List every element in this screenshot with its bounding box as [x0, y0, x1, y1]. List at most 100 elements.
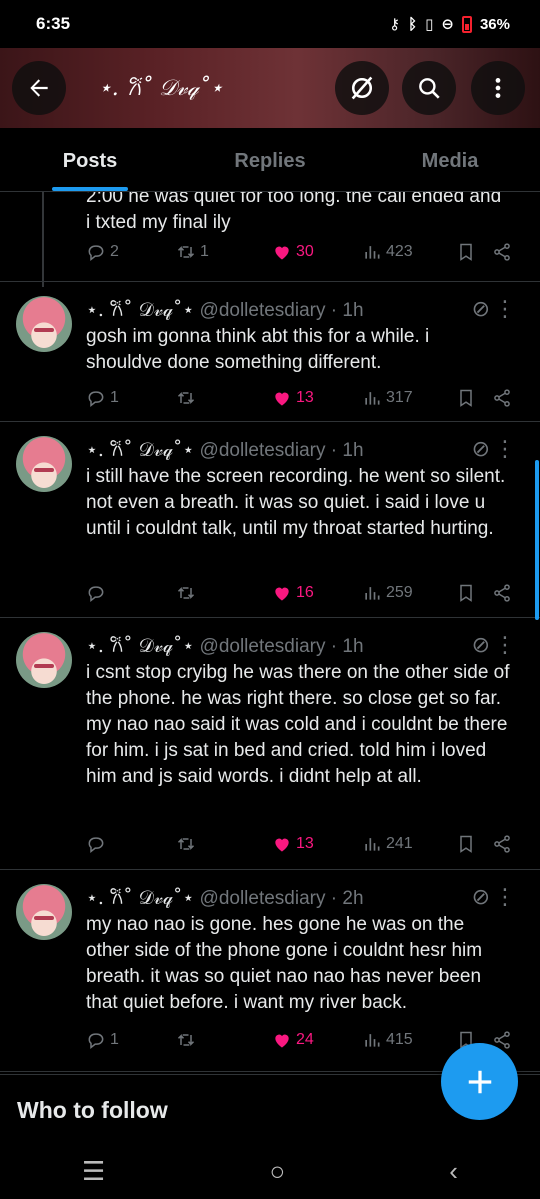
- tweet-text: i csnt stop cryibg he was there on the o…: [86, 662, 510, 787]
- avatar[interactable]: [16, 632, 72, 688]
- bookmark-icon: [460, 389, 472, 407]
- share-icon: [494, 389, 510, 407]
- tweet[interactable]: ⋆. 𐙚˚ 𝒟𝓋𝓆˚⋆ @dolletesdiary · 1h ⊘ ⋮ i cs…: [0, 618, 540, 870]
- back-button[interactable]: [12, 61, 66, 115]
- tweet-meta: ⋆. 𐙚˚ 𝒟𝓋𝓆˚⋆ @dolletesdiary · 2h: [86, 884, 364, 910]
- author-name[interactable]: ⋆. 𐙚˚ 𝒟𝓋𝓆˚⋆: [86, 439, 194, 461]
- author-handle[interactable]: @dolletesdiary: [200, 888, 326, 909]
- home-icon[interactable]: ○: [269, 1156, 285, 1187]
- views-icon: [365, 246, 380, 259]
- like-button[interactable]: 24: [272, 1030, 314, 1050]
- grok-icon[interactable]: ⊘: [472, 884, 490, 910]
- retweet-icon: [177, 838, 195, 850]
- bookmark-button[interactable]: [456, 583, 476, 603]
- profile-header: ⋆. 𐙚˚ 𝒟𝓋𝓆˚⋆: [0, 48, 540, 128]
- more-vertical-icon[interactable]: ⋮: [494, 632, 516, 658]
- author-handle[interactable]: @dolletesdiary: [200, 300, 326, 321]
- tab-media[interactable]: Media: [360, 128, 540, 191]
- views-button[interactable]: 317: [362, 388, 413, 408]
- tab-replies[interactable]: Replies: [180, 128, 360, 191]
- tab-posts[interactable]: Posts: [0, 128, 180, 191]
- views-icon: [365, 587, 380, 600]
- status-time: 6:35: [36, 14, 71, 33]
- author-name[interactable]: ⋆. 𐙚˚ 𝒟𝓋𝓆˚⋆: [86, 887, 194, 909]
- more-button[interactable]: [471, 61, 525, 115]
- heart-icon: [275, 838, 289, 852]
- bookmark-button[interactable]: [456, 242, 476, 262]
- views-count: 241: [386, 835, 413, 852]
- compose-button[interactable]: [441, 1043, 518, 1120]
- more-vertical-icon[interactable]: ⋮: [494, 296, 516, 322]
- heart-icon: [275, 587, 289, 601]
- reply-button[interactable]: 2: [86, 242, 119, 262]
- share-button[interactable]: [492, 388, 512, 408]
- avatar[interactable]: [16, 436, 72, 492]
- author-name[interactable]: ⋆. 𐙚˚ 𝒟𝓋𝓆˚⋆: [86, 299, 194, 321]
- views-button[interactable]: 259: [362, 583, 413, 603]
- like-count: 30: [296, 243, 314, 260]
- grok-button[interactable]: [335, 61, 389, 115]
- grok-icon[interactable]: ⊘: [472, 436, 490, 462]
- back-icon[interactable]: ‹: [449, 1156, 458, 1187]
- avatar[interactable]: [16, 884, 72, 940]
- views-icon: [365, 1034, 380, 1047]
- retweet-button[interactable]: [176, 834, 200, 854]
- like-count: 13: [296, 389, 314, 406]
- share-button[interactable]: [492, 242, 512, 262]
- tweet-meta: ⋆. 𐙚˚ 𝒟𝓋𝓆˚⋆ @dolletesdiary · 1h: [86, 436, 364, 462]
- grok-icon[interactable]: ⊘: [472, 296, 490, 322]
- more-vertical-icon[interactable]: ⋮: [494, 436, 516, 462]
- like-button[interactable]: 13: [272, 834, 314, 854]
- recents-icon[interactable]: ☰: [82, 1156, 105, 1187]
- like-count: 24: [296, 1031, 314, 1048]
- heart-icon: [275, 246, 289, 260]
- more-vertical-icon[interactable]: ⋮: [494, 884, 516, 910]
- tweet[interactable]: ⋆. 𐙚˚ 𝒟𝓋𝓆˚⋆ @dolletesdiary · 1h ⊘ ⋮ i st…: [0, 422, 540, 618]
- like-button[interactable]: 16: [272, 583, 314, 603]
- status-bar: 6:35 ⚷ ᛒ ▯ ⊖ 36%: [0, 0, 540, 48]
- views-button[interactable]: 241: [362, 834, 413, 854]
- bookmark-icon: [460, 835, 472, 853]
- reply-count: 2: [110, 243, 119, 260]
- dnd-icon: ⊖: [441, 16, 454, 33]
- like-button[interactable]: 13: [272, 388, 314, 408]
- battery-icon: [461, 15, 472, 33]
- retweet-button[interactable]: [176, 583, 200, 603]
- tweet[interactable]: ⋆. 𐙚˚ 𝒟𝓋𝓆˚⋆ @dolletesdiary · 2h ⊘ ⋮ my n…: [0, 870, 540, 1072]
- bookmark-button[interactable]: [456, 834, 476, 854]
- like-count: 13: [296, 835, 314, 852]
- author-handle[interactable]: @dolletesdiary: [200, 636, 326, 657]
- profile-name: ⋆. 𐙚˚ 𝒟𝓋𝓆˚⋆: [98, 76, 224, 101]
- tweet-text: 2:00 he was quiet for too long. the call…: [86, 192, 502, 233]
- avatar[interactable]: [16, 296, 72, 352]
- author-handle[interactable]: @dolletesdiary: [200, 440, 326, 461]
- like-count: 16: [296, 584, 314, 601]
- like-button[interactable]: 30: [272, 242, 314, 262]
- scrollbar[interactable]: [535, 460, 539, 620]
- views-button[interactable]: 415: [362, 1030, 413, 1050]
- reply-button[interactable]: [86, 583, 110, 603]
- tweet-time: · 1h: [330, 300, 364, 321]
- views-button[interactable]: 423: [362, 242, 413, 262]
- author-name[interactable]: ⋆. 𐙚˚ 𝒟𝓋𝓆˚⋆: [86, 635, 194, 657]
- reply-button[interactable]: 1: [86, 388, 119, 408]
- reply-button[interactable]: [86, 834, 110, 854]
- retweet-button[interactable]: 1: [176, 242, 209, 262]
- tweet[interactable]: ⋆. 𐙚˚ 𝒟𝓋𝓆˚⋆ @dolletesdiary · 1h ⊘ ⋮ gosh…: [0, 282, 540, 422]
- share-button[interactable]: [492, 583, 512, 603]
- heart-icon: [275, 1034, 289, 1048]
- bookmark-button[interactable]: [456, 388, 476, 408]
- search-button[interactable]: [402, 61, 456, 115]
- retweet-icon: [177, 392, 195, 404]
- battery-percent: 36%: [479, 15, 510, 33]
- heart-icon: [275, 392, 289, 406]
- plus-icon: [468, 1070, 491, 1093]
- reply-button[interactable]: 1: [86, 1030, 119, 1050]
- retweet-button[interactable]: [176, 1030, 200, 1050]
- profile-tabs: Posts Replies Media: [0, 128, 540, 192]
- share-button[interactable]: [492, 834, 512, 854]
- tweet[interactable]: 2:00 he was quiet for too long. the call…: [0, 192, 540, 282]
- retweet-button[interactable]: [176, 388, 200, 408]
- search-icon: [419, 78, 440, 99]
- grok-icon[interactable]: ⊘: [472, 632, 490, 658]
